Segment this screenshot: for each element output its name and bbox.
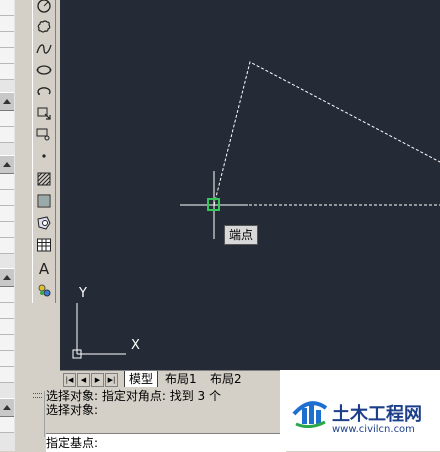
point-icon [42,154,46,158]
palette-row[interactable] [0,206,14,222]
tab-layout1[interactable]: 布局1 [161,371,201,388]
hatch-tool[interactable] [34,169,54,189]
ellipse-icon [36,65,52,75]
command-input[interactable]: 指定基点: [46,433,286,452]
tab-model[interactable]: 模型 [124,371,159,388]
dashed-polyline [213,61,440,206]
command-history: 选择对象: 指定对角点: 找到 3 个 选择对象: [46,389,286,433]
revision-cloud-tool[interactable] [34,17,54,37]
watermark-title: 土木工程网 [332,404,422,425]
last-tab-button[interactable]: ▶| [105,373,118,387]
point-tool[interactable] [34,146,54,166]
circle-tool[interactable] [34,0,54,16]
palette-row[interactable] [0,64,14,80]
osnap-tooltip: 端点 [224,225,259,245]
watermark: 土木工程网 www.civilcn.com [280,370,440,451]
multiline-text-tool[interactable]: A [34,258,54,278]
ellipse-arc-tool[interactable] [34,81,54,101]
watermark-logo [292,401,328,428]
ellipse-tool[interactable] [34,60,54,80]
palette-row[interactable] [0,303,14,319]
palette-row[interactable] [0,335,14,351]
ucs-x-label: X [131,338,140,353]
next-tab-button[interactable]: ▶ [91,373,104,387]
layout-tab-bar: |◀ ◀ ▶ ▶| 模型 布局1 布局2 [60,370,280,388]
drawing-canvas[interactable]: 端点 Y X [60,0,440,370]
command-history-line: 选择对象: [46,403,99,417]
table-icon [37,238,51,252]
multiline-text-icon: A [39,260,50,276]
palette-row[interactable] [0,111,14,127]
palette-row[interactable] [0,48,14,64]
palette-collapse-button[interactable] [0,398,14,417]
panel-gap [15,0,32,451]
palette-row[interactable] [0,222,14,238]
add-selected-icon [38,284,51,297]
command-window: 选择对象: 指定对角点: 找到 3 个 选择对象: 指定基点: [32,387,286,452]
tab-layout2[interactable]: 布局2 [206,371,246,388]
spline-icon [36,44,52,54]
circle-icon [37,0,51,13]
ellipse-arc-icon [37,87,51,95]
draw-toolbar: A [32,0,56,303]
gradient-icon [37,194,51,208]
palette-row[interactable] [0,127,14,143]
command-window-grip[interactable] [32,391,45,437]
region-icon [37,216,51,230]
palette-row[interactable] [0,238,14,254]
text-tool-glyph: A [39,260,50,276]
palette-row[interactable] [0,367,14,383]
spline-tool[interactable] [34,39,54,59]
palette-row[interactable] [0,190,14,206]
insert-block-tool[interactable] [34,103,54,123]
ucs-y-label: Y [79,286,87,301]
region-tool[interactable] [34,213,54,233]
add-selected-tool[interactable] [34,280,54,300]
prev-tab-button[interactable]: ◀ [77,373,90,387]
gradient-tool[interactable] [34,191,54,211]
command-history-line: 选择对象: 指定对角点: 找到 3 个 [46,389,221,403]
palette-row[interactable] [0,287,14,303]
palette-row[interactable] [0,0,14,16]
make-block-icon [36,128,50,141]
palette-collapse-button[interactable] [0,92,14,111]
make-block-tool[interactable] [34,124,54,144]
drawing-svg [72,61,440,359]
table-tool[interactable] [34,235,54,255]
watermark-url: www.civilcn.com [332,424,415,435]
palette-collapse-button[interactable] [0,155,14,174]
palette-row[interactable] [0,351,14,367]
insert-block-icon [37,107,51,120]
palette-row[interactable] [0,417,14,433]
palette-row[interactable] [0,32,14,48]
hatch-icon [37,172,51,186]
palette-row[interactable] [0,174,14,190]
properties-palette [0,0,16,451]
revision-cloud-icon [37,20,51,33]
palette-row[interactable] [0,319,14,335]
palette-row[interactable] [0,16,14,32]
palette-collapse-button[interactable] [0,268,14,287]
first-tab-button[interactable]: |◀ [63,373,76,387]
